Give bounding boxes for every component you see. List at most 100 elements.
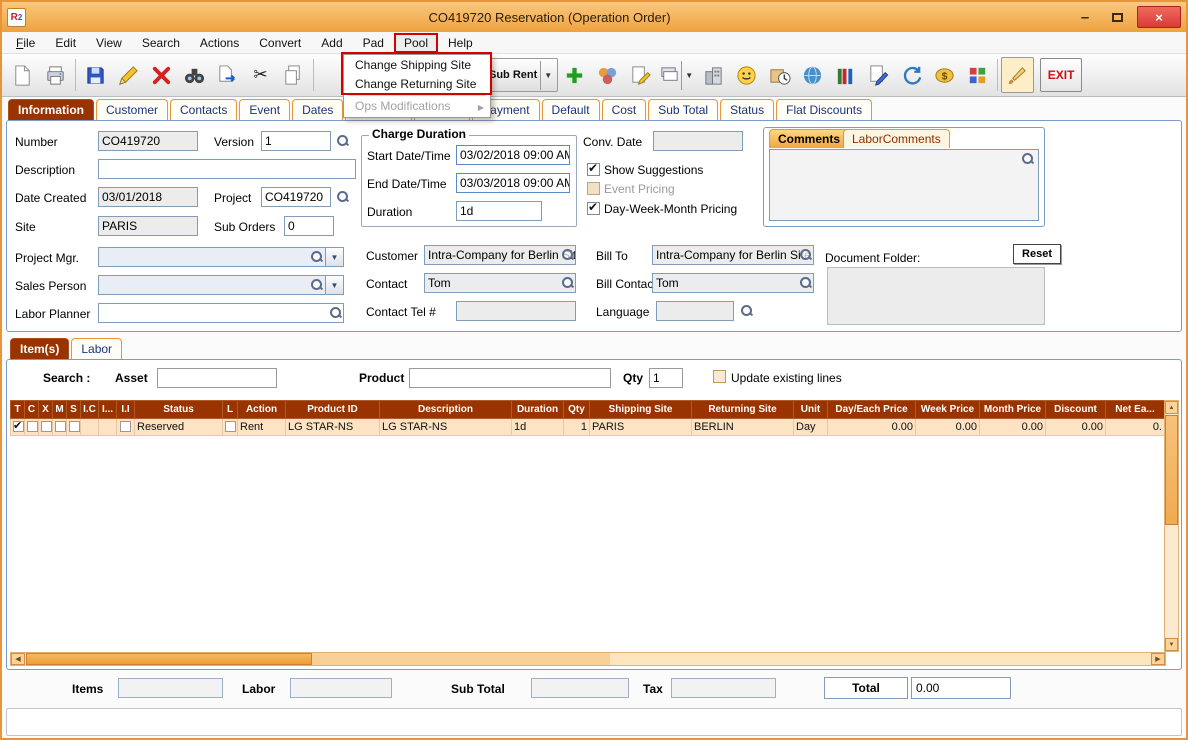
- row-m-checkbox[interactable]: [55, 420, 66, 432]
- search-icon[interactable]: [336, 134, 349, 147]
- menu-help[interactable]: Help: [438, 33, 483, 53]
- version-field[interactable]: 1: [261, 131, 331, 151]
- save-button[interactable]: [79, 57, 112, 93]
- minimize-button[interactable]: –: [1073, 9, 1097, 26]
- col-ic[interactable]: I.C: [80, 400, 99, 419]
- sales-person-combo[interactable]: ▼: [98, 275, 344, 295]
- row-select-checkbox[interactable]: [13, 420, 24, 432]
- chevron-down-icon[interactable]: ▼: [540, 60, 555, 90]
- col-month-price[interactable]: Month Price: [979, 400, 1046, 419]
- col-status[interactable]: Status: [134, 400, 223, 419]
- menu-file[interactable]: File: [6, 33, 45, 53]
- show-suggestions-checkbox[interactable]: [587, 161, 600, 176]
- scroll-right-button[interactable]: ▶: [1151, 653, 1165, 665]
- dwm-pricing-checkbox[interactable]: [587, 200, 600, 215]
- tab-event[interactable]: Event: [239, 99, 291, 120]
- product-search-input[interactable]: [409, 368, 611, 388]
- col-shipping-site[interactable]: Shipping Site: [589, 400, 692, 419]
- scroll-left-button[interactable]: ◀: [11, 653, 25, 665]
- search-icon[interactable]: [799, 248, 812, 261]
- col-returning-site[interactable]: Returning Site: [691, 400, 794, 419]
- scroll-up-button[interactable]: ▲: [1165, 401, 1178, 414]
- refresh-button[interactable]: [895, 57, 928, 93]
- edit-page-button[interactable]: [862, 57, 895, 93]
- menu-edit[interactable]: Edit: [45, 33, 86, 53]
- qty-input[interactable]: 1: [649, 368, 683, 388]
- sales-person-field[interactable]: [98, 275, 326, 295]
- menu-actions[interactable]: Actions: [190, 33, 249, 53]
- row-c-checkbox[interactable]: [27, 420, 38, 432]
- cut-button[interactable]: ✂: [244, 57, 277, 93]
- chevron-down-icon[interactable]: ▼: [681, 60, 696, 90]
- close-button[interactable]: ×: [1137, 6, 1181, 28]
- tab-status[interactable]: Status: [720, 99, 775, 120]
- search-icon[interactable]: [561, 248, 574, 261]
- col-discount[interactable]: Discount: [1045, 400, 1106, 419]
- tab-sub-total[interactable]: Sub Total: [648, 99, 719, 120]
- col-week-price[interactable]: Week Price: [915, 400, 980, 419]
- number-field[interactable]: CO419720: [98, 131, 198, 151]
- tab-dates[interactable]: Dates: [292, 99, 344, 120]
- exit-button[interactable]: EXIT: [1040, 58, 1083, 92]
- duration-field[interactable]: 1d: [456, 201, 542, 221]
- tab-cost[interactable]: Cost: [601, 99, 647, 120]
- col-product-id[interactable]: Product ID: [285, 400, 380, 419]
- description-field[interactable]: [98, 159, 356, 179]
- horizontal-scrollbar[interactable]: ◀ ▶: [10, 652, 1166, 666]
- row-s-checkbox[interactable]: [69, 420, 80, 432]
- contact-field[interactable]: Tom: [424, 273, 576, 293]
- row-ii-checkbox[interactable]: [120, 420, 131, 432]
- edit-button[interactable]: [112, 57, 145, 93]
- menu-pool[interactable]: Pool: [393, 32, 439, 53]
- tab-flat-discounts[interactable]: Flat Discounts: [776, 99, 873, 120]
- col-l[interactable]: L: [222, 400, 238, 419]
- col-m[interactable]: M: [52, 400, 67, 419]
- update-lines-checkbox[interactable]: [713, 370, 726, 383]
- date-created-field[interactable]: 03/01/2018: [98, 187, 198, 207]
- asset-search-input[interactable]: [157, 368, 277, 388]
- comments-textarea[interactable]: [769, 149, 1039, 221]
- chevron-down-icon[interactable]: ▼: [326, 275, 344, 295]
- maximize-button[interactable]: [1105, 7, 1129, 27]
- web-button[interactable]: [796, 57, 829, 93]
- menu-convert[interactable]: Convert: [249, 33, 311, 53]
- col-net-each[interactable]: Net Ea...: [1105, 400, 1165, 419]
- project-field[interactable]: CO419720: [261, 187, 331, 207]
- menu-item-change-shipping-site[interactable]: Change Shipping Site: [345, 56, 489, 75]
- col-unit[interactable]: Unit: [793, 400, 828, 419]
- convert-document-button[interactable]: [211, 57, 244, 93]
- cards-button[interactable]: ▼: [657, 58, 697, 92]
- col-x[interactable]: X: [38, 400, 53, 419]
- row-l-checkbox[interactable]: [225, 420, 236, 432]
- cubes-button[interactable]: [961, 57, 994, 93]
- customer-button[interactable]: [730, 57, 763, 93]
- new-order-button[interactable]: [6, 57, 39, 93]
- reset-button[interactable]: Reset: [1013, 244, 1061, 264]
- conv-date-field[interactable]: [653, 131, 743, 151]
- sub-orders-field[interactable]: 0: [284, 216, 334, 236]
- copy-button[interactable]: [277, 57, 310, 93]
- bill-to-field[interactable]: Intra-Company for Berlin Site: [652, 245, 814, 265]
- col-idot[interactable]: I...: [98, 400, 117, 419]
- project-mgr-field[interactable]: [98, 247, 326, 267]
- vertical-scroll-thumb[interactable]: [1165, 415, 1178, 525]
- find-button[interactable]: [178, 57, 211, 93]
- row-x-checkbox[interactable]: [41, 420, 52, 432]
- scroll-down-button[interactable]: ▼: [1165, 638, 1178, 651]
- tab-labor-comments[interactable]: LaborComments: [843, 129, 950, 148]
- col-day-price[interactable]: Day/Each Price: [827, 400, 916, 419]
- search-icon[interactable]: [310, 278, 323, 291]
- col-description[interactable]: Description: [379, 400, 512, 419]
- vertical-scrollbar[interactable]: ▲ ▼: [1164, 400, 1179, 652]
- col-s[interactable]: S: [66, 400, 81, 419]
- site-field[interactable]: PARIS: [98, 216, 198, 236]
- chevron-down-icon[interactable]: ▼: [326, 247, 344, 267]
- table-row[interactable]: Reserved Rent LG STAR-NS LG STAR-NS 1d 1…: [10, 418, 1165, 436]
- tab-default[interactable]: Default: [541, 99, 600, 120]
- col-action[interactable]: Action: [237, 400, 286, 419]
- tab-comments[interactable]: Comments: [769, 129, 850, 148]
- money-button[interactable]: $: [928, 57, 961, 93]
- paint-button[interactable]: [1001, 57, 1035, 93]
- search-icon[interactable]: [329, 306, 342, 319]
- print-button[interactable]: [39, 57, 72, 93]
